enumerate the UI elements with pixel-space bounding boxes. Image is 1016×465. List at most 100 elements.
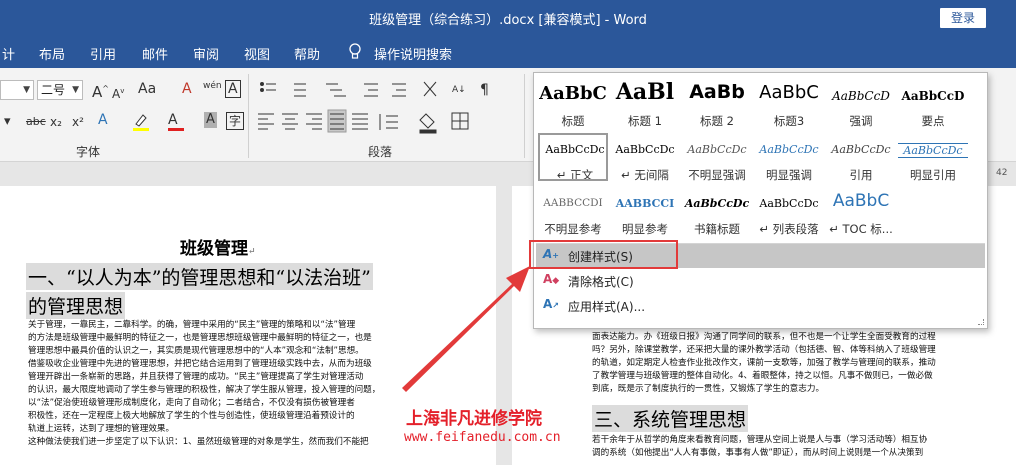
style-preview: AaBbCcDc [759, 197, 819, 210]
enclose-characters-icon[interactable]: 字 [226, 112, 245, 130]
character-shading-icon[interactable]: A [204, 112, 217, 128]
svg-text:¶: ¶ [480, 82, 489, 98]
superscript-icon[interactable]: x² [72, 114, 84, 130]
style-name: 标题3 [773, 114, 805, 127]
style-name: 书籍标题 [694, 222, 740, 235]
tab-mailings[interactable]: 邮件 [142, 44, 168, 63]
numbering-icon [294, 83, 306, 97]
body-line: 关于管理，一靠民主，二靠科学。的确，管理中采用的“民主”管理的策略和以“法”管理 [28, 320, 356, 330]
style-name: ↵ 无间隔 [621, 168, 669, 181]
style-preview: AABBCCI [615, 197, 675, 210]
apply-styles-icon: A↗ [543, 297, 559, 311]
distributed-icon [352, 113, 368, 130]
style-subtle-emphasis[interactable]: AaBbCcDc 不明显强调 [682, 133, 752, 181]
line-spacing-icon [379, 114, 398, 130]
tab-layout[interactable]: 布局 [39, 44, 65, 63]
tell-me-search[interactable]: 操作说明搜索 [374, 44, 452, 63]
character-border-icon[interactable]: A [225, 80, 241, 98]
body-line: 以“法”促治使班级管理形成制度化，走向了自动化；二者结合，不仅没有损伤被管理者 [28, 398, 355, 408]
phonetic-guide-icon[interactable]: wén [203, 78, 222, 94]
style-no-spacing[interactable]: AaBbCcDc ↵ 无间隔 [610, 133, 680, 181]
multilevel-list-icon [326, 83, 346, 97]
borders-icon [451, 112, 469, 130]
style-name: 明显参考 [622, 222, 668, 235]
font-group-label: 字体 [76, 145, 101, 159]
font-name-select[interactable]: ▼ [0, 80, 34, 100]
style-preview: AaBbCcDc [684, 197, 750, 210]
tab-review[interactable]: 审阅 [193, 44, 219, 63]
body-line: 的方法是班级管理中最鲜明的特征之一，也是管理思想班级管理中最鲜明的特征之一，也是 [28, 333, 372, 343]
tab-references[interactable]: 引用 [90, 44, 116, 63]
heading-1-continued: 的管理思想 [26, 292, 126, 319]
change-case-icon[interactable]: Aa [138, 81, 156, 97]
style-subtle-reference[interactable]: AABBCCDI 不明显参考 [538, 187, 608, 235]
apply-styles-menu-item[interactable]: A↗ 应用样式(A)... [536, 294, 985, 318]
style-preview: AaBbCcDc [759, 143, 819, 156]
style-book-title[interactable]: AaBbCcDc 书籍标题 [682, 187, 752, 235]
shrink-font-icon[interactable]: Av [112, 83, 124, 102]
highlight-color-icon[interactable] [132, 112, 150, 132]
style-intense-quote[interactable]: AaBbCcDc 明显引用 [898, 133, 968, 181]
style-intense-emphasis[interactable]: AaBbCcDc 明显强调 [754, 133, 824, 181]
style-heading-3[interactable]: AaBbC 标题3 [754, 79, 824, 127]
highlight-box [529, 240, 678, 269]
body-line: 管理开辟出一条崭新的思路，并且获得了管理的成功。“民主”管理提高了学生对管理活动 [28, 372, 364, 382]
subscript-icon[interactable]: x₂ [50, 114, 62, 130]
style-preview: AABBCCDI [543, 197, 603, 209]
align-center-icon [282, 113, 298, 130]
tab-design[interactable]: 计 [2, 44, 15, 63]
align-right-icon [306, 113, 322, 130]
style-title[interactable]: AaBbC 标题 [538, 79, 608, 127]
style-strong[interactable]: AaBbCcD 要点 [898, 79, 968, 127]
expand-arrow-icon[interactable]: ▾ [4, 114, 11, 130]
doc-title: 班级管理↵ [180, 239, 256, 259]
tab-help[interactable]: 帮助 [294, 44, 320, 63]
shading-icon [419, 113, 437, 134]
paragraph-group-label: 段落 [368, 145, 393, 159]
style-emphasis[interactable]: AaBbCcD 强调 [826, 79, 896, 127]
style-preview: AaBbCcDc [615, 143, 675, 156]
style-intense-reference[interactable]: AABBCCI 明显参考 [610, 187, 680, 235]
font-size-select[interactable]: 二号 ▼ [37, 80, 83, 100]
body-line: 吗？另外，除课堂教学，还采把大量的课外教学活动（包括德、智、体等科纳入了班级管理 [592, 345, 936, 355]
style-name: ↵ TOC 标... [829, 222, 893, 235]
paragraph-tools: A↓ ¶ [258, 81, 489, 134]
style-name: 标题 2 [700, 114, 734, 127]
ribbon-tabs: 计 布局 引用 邮件 审阅 视图 帮助 操作说明搜索 [0, 36, 1016, 68]
body-line: 积极性，还在一定程度上极大地解放了学生的个性与创造性，使班级管理沿着预设计的 [28, 411, 355, 421]
tab-view[interactable]: 视图 [244, 44, 270, 63]
window-title: 班级管理（综合练习）.docx [兼容模式] - Word [369, 13, 647, 28]
style-preview: AaBb [689, 81, 745, 103]
body-line: 面表达能力。办《班级日报》沟通了同学间的联系，但不也是一个让学生全面受教育的过程 [592, 332, 936, 342]
style-list-paragraph[interactable]: AaBbCcDc ↵ 列表段落 [754, 187, 824, 235]
style-heading-2[interactable]: AaBb 标题 2 [682, 79, 752, 127]
login-button[interactable]: 登录 [940, 8, 986, 28]
font-color-letter: A [168, 112, 178, 128]
chinese-layout-icon [423, 81, 437, 97]
svg-text:A↓: A↓ [452, 85, 466, 95]
show-marks-icon: ¶ [480, 82, 489, 98]
style-name: 强调 [849, 114, 873, 127]
title-bar: 班级管理（综合练习）.docx [兼容模式] - Word 登录 [0, 0, 1016, 36]
style-quote[interactable]: AaBbCcDc 引用 [826, 133, 896, 181]
text-effects-icon[interactable]: A [98, 112, 108, 128]
style-toc[interactable]: AaBbC ↵ TOC 标... [826, 187, 896, 235]
sort-icon: A↓ [452, 85, 466, 95]
grow-font-icon[interactable]: A^ [92, 81, 109, 100]
style-name: 明显强调 [766, 168, 812, 181]
body-line: 的轨道，如定期定人检查作业批改作文，课前一支歌等，加强了教学与管理间的联系，推动 [592, 358, 936, 368]
group-divider [248, 74, 249, 158]
watermark-url: www.feifanedu.com.cn [404, 430, 561, 445]
style-heading-1[interactable]: AaBl 标题 1 [610, 79, 680, 127]
style-normal[interactable]: AaBbCcDc ↵ 正文 [538, 133, 608, 181]
body-text-bottom: 若干余年于从哲学的角度来看教育问题，管理从空间上说是人与事（学习活动等）相互协 … [592, 434, 992, 464]
style-preview: AaBbCcD [832, 89, 890, 103]
strikethrough-icon[interactable]: abc [26, 114, 46, 130]
clear-formatting-icon[interactable]: A [182, 81, 192, 97]
body-line: 轨道上运转，达到了理想的管理效果。 [28, 424, 175, 434]
clear-formatting-menu-item[interactable]: A◆ 清除格式(C) [536, 269, 985, 293]
resize-grip-icon[interactable] [978, 319, 984, 325]
body-text-top: 面表达能力。办《班级日报》沟通了同学间的联系，但不也是一个让学生全面受教育的过程… [592, 331, 992, 401]
style-name: 不明显强调 [688, 168, 746, 181]
font-color-icon[interactable]: A [168, 112, 186, 132]
